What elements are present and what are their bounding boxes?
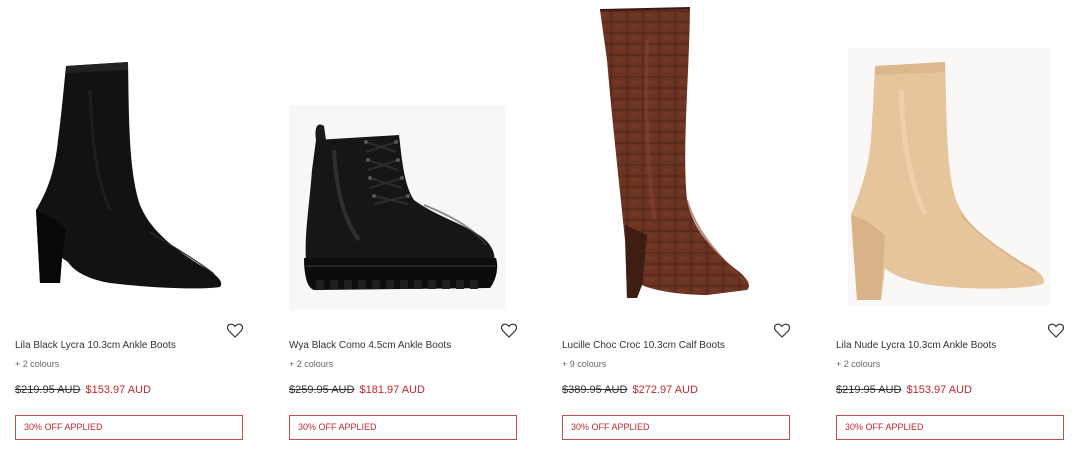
product-card[interactable]: Lila Black Lycra 10.3cm Ankle Boots + 2 … [15,0,243,453]
heart-icon[interactable] [227,323,243,338]
product-image[interactable] [274,0,544,312]
original-price: $389.95 AUD [562,384,628,396]
sale-price: $153.97 AUD [906,384,972,396]
product-image[interactable] [821,0,1080,312]
sale-price: $181.97 AUD [359,384,425,396]
product-name[interactable]: Wya Black Como 4.5cm Ankle Boots [289,340,451,351]
discount-badge-label: 30% OFF APPLIED [571,422,650,432]
discount-badge-label: 30% OFF APPLIED [845,422,924,432]
price: $219.95 AUD $153.97 AUD [15,384,151,396]
price: $219.95 AUD $153.97 AUD [836,384,972,396]
original-price: $219.95 AUD [15,384,81,396]
original-price: $219.95 AUD [836,384,902,396]
discount-badge: 30% OFF APPLIED [836,415,1064,440]
heart-icon[interactable] [774,323,790,338]
discount-badge: 30% OFF APPLIED [15,415,243,440]
discount-badge-label: 30% OFF APPLIED [298,422,377,432]
product-name[interactable]: Lucille Choc Croc 10.3cm Calf Boots [562,340,725,351]
heart-icon[interactable] [1048,323,1064,338]
sale-price: $153.97 AUD [85,384,151,396]
colour-count[interactable]: + 2 colours [836,359,880,369]
discount-badge: 30% OFF APPLIED [289,415,517,440]
original-price: $259.95 AUD [289,384,355,396]
discount-badge-label: 30% OFF APPLIED [24,422,103,432]
product-name[interactable]: Lila Black Lycra 10.3cm Ankle Boots [15,340,176,351]
product-card[interactable]: Lila Nude Lycra 10.3cm Ankle Boots + 2 c… [836,0,1064,453]
product-image[interactable] [0,0,270,312]
colour-count[interactable]: + 9 colours [562,359,606,369]
heart-icon[interactable] [501,323,517,338]
price: $259.95 AUD $181.97 AUD [289,384,425,396]
product-name[interactable]: Lila Nude Lycra 10.3cm Ankle Boots [836,340,996,351]
discount-badge: 30% OFF APPLIED [562,415,790,440]
product-card[interactable]: Lucille Choc Croc 10.3cm Calf Boots + 9 … [562,0,790,453]
sale-price: $272.97 AUD [632,384,698,396]
colour-count[interactable]: + 2 colours [289,359,333,369]
product-image[interactable] [547,0,817,312]
colour-count[interactable]: + 2 colours [15,359,59,369]
product-card[interactable]: Wya Black Como 4.5cm Ankle Boots + 2 col… [289,0,517,453]
price: $389.95 AUD $272.97 AUD [562,384,698,396]
